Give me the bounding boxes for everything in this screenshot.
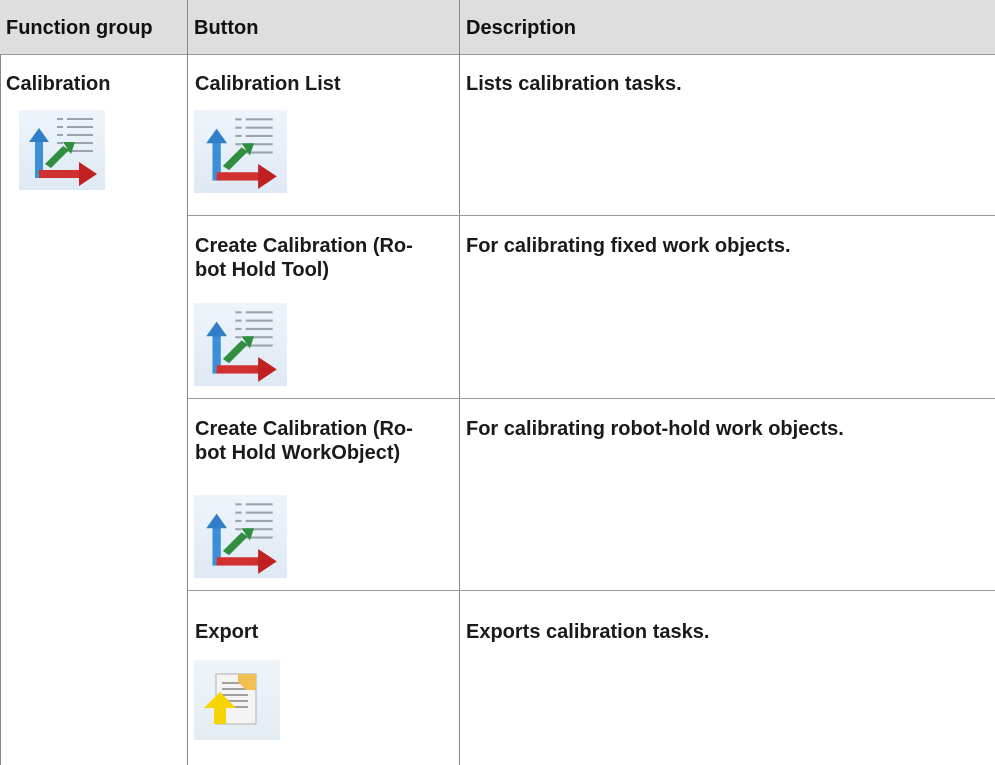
column-divider-2: [459, 0, 460, 765]
table-left-border: [0, 54, 1, 765]
calibration-icon: [19, 110, 105, 190]
button-description: For calibrating robot-hold work objects.: [466, 418, 844, 440]
column-divider-1: [187, 0, 188, 765]
header-description: Description: [460, 0, 995, 54]
export-icon: [194, 660, 280, 740]
row-divider-1: [188, 215, 995, 216]
header-button-label: Button: [194, 17, 259, 39]
calibration-list-icon: [194, 110, 287, 193]
button-description: Exports calibration tasks.: [466, 621, 710, 643]
header-divider: [0, 54, 995, 55]
button-name-line1: Calibration List: [195, 73, 341, 95]
calibration-tool-icon: [194, 303, 287, 386]
calibration-table: Function group Button Description Calibr…: [0, 0, 995, 765]
header-function-group: Function group: [0, 0, 187, 54]
button-name-line1: Export: [195, 621, 259, 643]
row-divider-3: [188, 590, 995, 591]
function-group-label: Calibration: [6, 73, 111, 95]
header-description-label: Description: [466, 17, 577, 39]
header-function-group-label: Function group: [6, 17, 153, 39]
header-button: Button: [188, 0, 459, 54]
button-name-line1: Create Calibration (Ro-: [195, 235, 413, 257]
button-name-line1: Create Calibration (Ro-: [195, 418, 413, 440]
row-divider-2: [188, 398, 995, 399]
button-description: Lists calibration tasks.: [466, 73, 682, 95]
button-name-line2: bot Hold Tool): [195, 259, 330, 281]
button-description: For calibrating fixed work objects.: [466, 235, 791, 257]
calibration-workobject-icon: [194, 495, 287, 578]
button-name-line2: bot Hold WorkObject): [195, 442, 401, 464]
